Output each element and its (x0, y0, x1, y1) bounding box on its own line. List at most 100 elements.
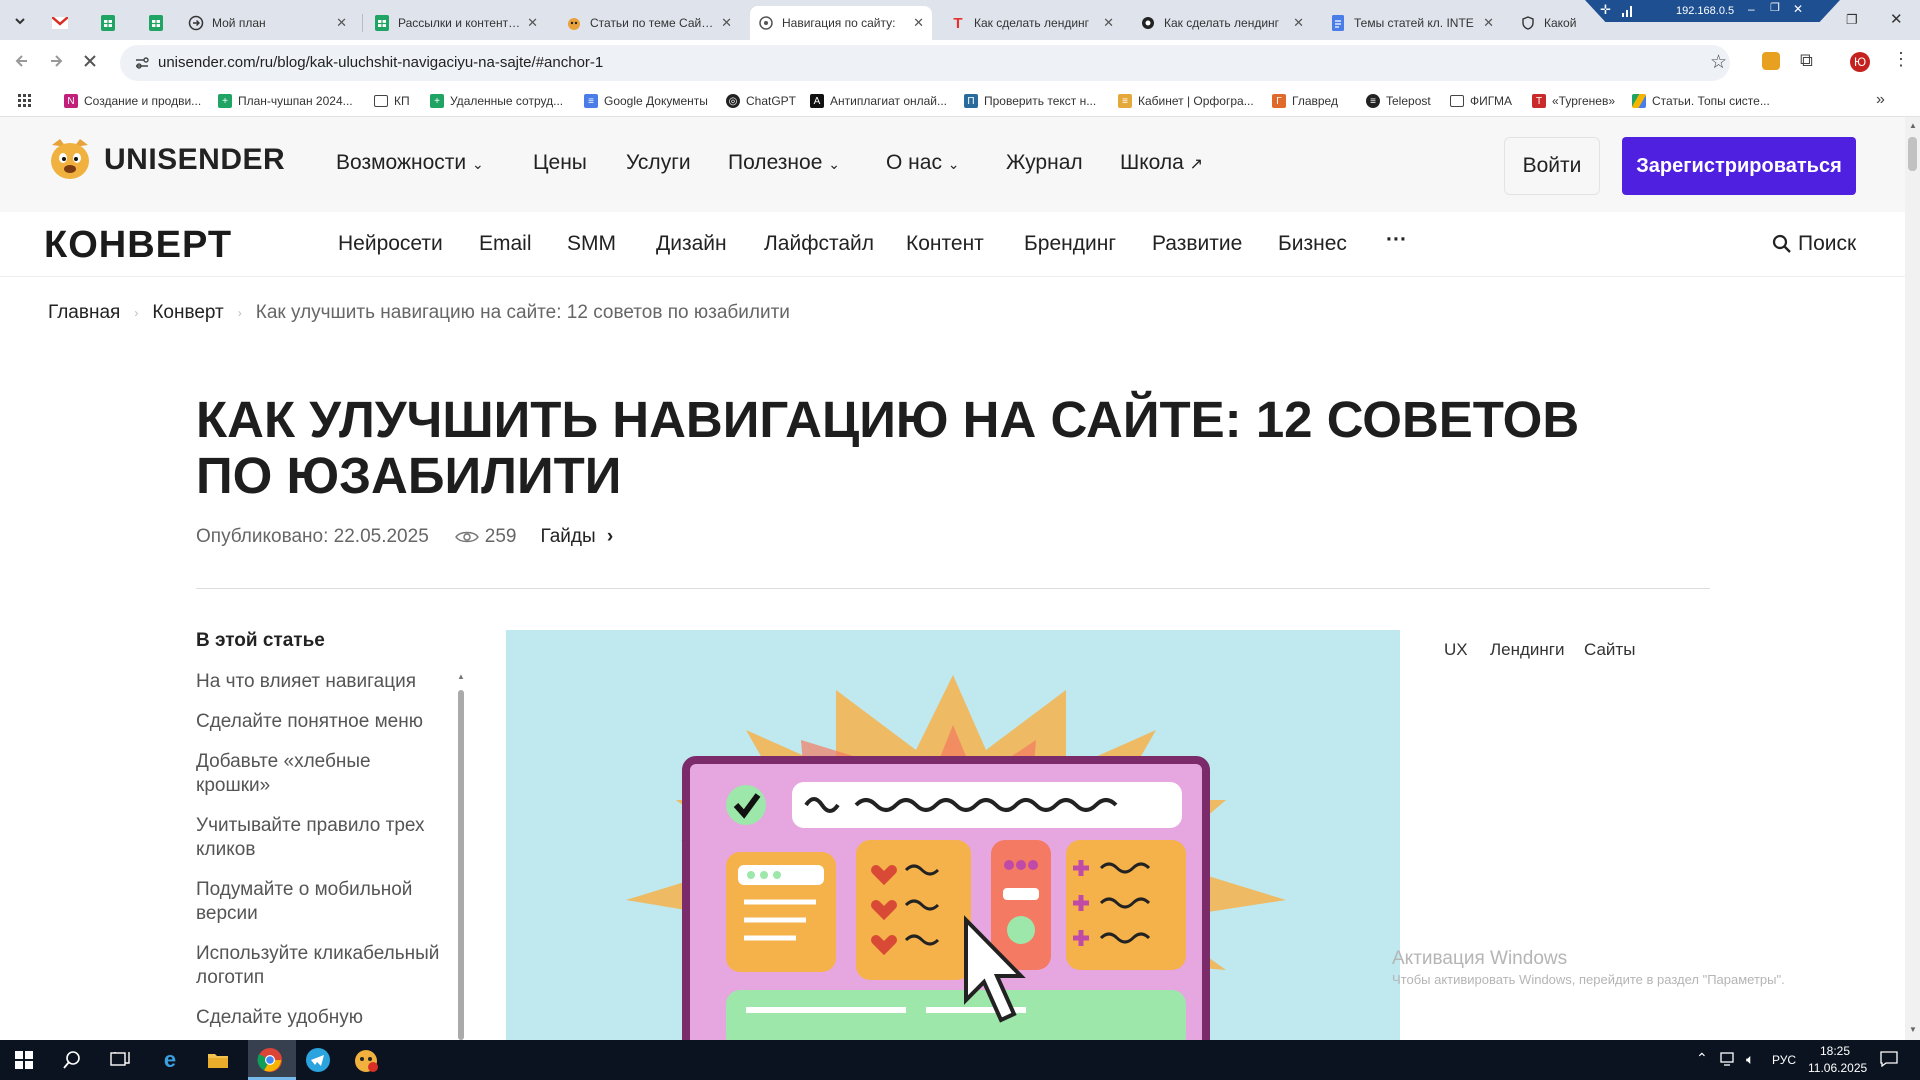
more-menu-icon[interactable]: ··· (1386, 228, 1407, 252)
close-icon[interactable]: ✕ (721, 15, 732, 31)
page-scrollbar[interactable]: ▲ ▼ (1905, 117, 1920, 1040)
scroll-thumb[interactable] (458, 690, 464, 1040)
subnav-smm[interactable]: SMM (567, 232, 616, 256)
bookmark-item[interactable]: N Создание и продви... (64, 92, 201, 110)
tag-ux[interactable]: UX (1444, 640, 1468, 660)
bookmark-item[interactable]: ≡ Telepost (1366, 92, 1431, 110)
subnav-content[interactable]: Контент (906, 232, 984, 256)
nav-school[interactable]: Школа ↗ (1120, 151, 1203, 175)
nav-features[interactable]: Возможности ⌄ (336, 151, 484, 175)
bookmarks-overflow-icon[interactable]: » (1876, 91, 1885, 109)
subnav-lifestyle[interactable]: Лайфстайл (764, 232, 874, 256)
chevron-up-icon[interactable]: ⌃ (1696, 1050, 1708, 1067)
site-logo[interactable]: UNISENDER (46, 137, 285, 183)
windows-start-icon[interactable] (10, 1046, 38, 1074)
close-icon[interactable]: ✕ (336, 15, 347, 31)
toc-item[interactable]: Сделайте удобную (196, 1006, 456, 1030)
search-icon[interactable] (58, 1046, 86, 1074)
bookmark-folder[interactable]: КП (374, 92, 410, 110)
toc-item[interactable]: Подумайте о мобильной версии (196, 878, 436, 926)
bookmark-item[interactable]: П Проверить текст н... (964, 92, 1096, 110)
tab-search-button[interactable] (8, 10, 32, 32)
tab-my-plan[interactable]: Мой план ✕ (180, 6, 355, 40)
menu-kebab-icon[interactable]: ⋮ (1892, 49, 1910, 70)
bookmark-star-icon[interactable]: ☆ (1710, 51, 1727, 74)
toc-item[interactable]: Учитывайте правило трех кликов (196, 814, 446, 862)
signup-button[interactable]: Зарегистрироваться (1622, 137, 1856, 195)
bookmark-folder[interactable]: ФИГМА (1450, 92, 1512, 110)
close-icon[interactable]: ✕ (1103, 15, 1114, 31)
tab-landing-1[interactable]: T Как сделать лендинг ✕ (942, 6, 1122, 40)
forward-icon[interactable] (46, 51, 66, 76)
close-icon[interactable]: ✕ (1293, 15, 1304, 31)
bookmark-item[interactable]: A Антиплагиат онлай... (810, 92, 947, 110)
subnav-development[interactable]: Развитие (1152, 232, 1242, 256)
nav-journal[interactable]: Журнал (1006, 151, 1083, 175)
tag-landings[interactable]: Лендинги (1490, 640, 1565, 660)
close-icon[interactable]: ✕ (1483, 15, 1494, 31)
clock-date[interactable]: 11.06.2025 (1808, 1061, 1867, 1075)
clock-time[interactable]: 18:25 (1820, 1044, 1850, 1058)
extension-icon[interactable] (1762, 52, 1780, 70)
toc-item[interactable]: Используйте кликабельный логотип (196, 942, 456, 990)
file-explorer-icon[interactable] (204, 1046, 232, 1074)
breadcrumb-konvert[interactable]: Конверт (152, 302, 223, 324)
edge-icon[interactable]: e (156, 1046, 184, 1074)
subnav-design[interactable]: Дизайн (656, 232, 727, 256)
back-icon[interactable] (12, 51, 32, 76)
search-button[interactable]: Поиск (1772, 232, 1856, 256)
tab-gmail[interactable] (44, 6, 76, 40)
toc-item[interactable]: Сделайте понятное меню (196, 710, 456, 734)
bookmark-item[interactable]: ≡ Google Документы (584, 92, 708, 110)
window-close-button[interactable]: ✕ (1890, 10, 1903, 28)
close-icon[interactable]: ✕ (527, 15, 538, 31)
toc-item[interactable]: На что влияет навигация (196, 670, 456, 694)
tab-topics[interactable]: Темы статей кл. INTE ✕ (1322, 6, 1502, 40)
subnav-neural[interactable]: Нейросети (338, 232, 443, 256)
tab-navigation-active[interactable]: Навигация по сайту: ✕ (750, 6, 932, 40)
toc-item[interactable]: Добавьте «хлебные крошки» (196, 750, 406, 798)
subnav-email[interactable]: Email (479, 232, 532, 256)
konvert-logo[interactable]: КОНВЕРТ (44, 224, 232, 267)
telegram-icon[interactable] (304, 1046, 332, 1074)
close-icon[interactable]: ✕ (913, 15, 924, 31)
tab-landing-2[interactable]: Как сделать лендинг ✕ (1132, 6, 1312, 40)
window-restore-button[interactable]: ❐ (1846, 12, 1858, 28)
network-icon[interactable] (1720, 1052, 1738, 1071)
tab-sheets-2[interactable] (140, 6, 172, 40)
pin-icon[interactable]: ✛ (1600, 2, 1611, 18)
tab-which[interactable]: Какой (1512, 6, 1592, 40)
toc-scrollbar[interactable]: ▲ (456, 672, 466, 1040)
tab-mailings[interactable]: Рассылки и контент-... ✕ (366, 6, 546, 40)
close-icon[interactable]: ✕ (1793, 2, 1803, 16)
bookmark-item[interactable]: + План-чушпан 2024... (218, 92, 353, 110)
bookmark-item[interactable]: ◎ ChatGPT (726, 92, 796, 110)
task-view-icon[interactable] (106, 1046, 134, 1074)
notifications-icon[interactable] (1880, 1051, 1898, 1072)
unisender-app-icon[interactable] (352, 1046, 380, 1074)
bookmark-item[interactable]: T «Тургенев» (1532, 92, 1615, 110)
scroll-down-icon[interactable]: ▼ (1909, 1025, 1917, 1034)
puzzle-icon[interactable]: ⧉ (1800, 50, 1813, 71)
restore-icon[interactable]: ❐ (1770, 1, 1780, 14)
input-language[interactable]: РУС (1772, 1053, 1796, 1067)
scroll-up-icon[interactable]: ▲ (1909, 121, 1917, 130)
login-button[interactable]: Войти (1504, 137, 1600, 195)
chrome-icon[interactable] (256, 1046, 284, 1074)
bookmark-item[interactable]: Г Главред (1272, 92, 1338, 110)
nav-useful[interactable]: Полезное ⌄ (728, 151, 840, 175)
minimize-icon[interactable]: – (1748, 2, 1755, 16)
site-settings-icon[interactable] (134, 55, 150, 76)
tag-sites[interactable]: Сайты (1584, 640, 1635, 660)
breadcrumb-home[interactable]: Главная (48, 302, 120, 324)
stop-loading-icon[interactable] (80, 51, 100, 76)
subnav-branding[interactable]: Брендинг (1024, 232, 1116, 256)
nav-about[interactable]: О нас ⌄ (886, 151, 960, 175)
profile-avatar[interactable]: Ю (1850, 52, 1870, 72)
subnav-business[interactable]: Бизнес (1278, 232, 1347, 256)
category-link[interactable]: Гайды › (540, 526, 613, 548)
url-text[interactable]: unisender.com/ru/blog/kak-uluchshit-navi… (158, 54, 603, 71)
volume-icon[interactable]: 🔈︎ (1746, 1051, 1754, 1068)
bookmark-item[interactable]: + Удаленные сотруд... (430, 92, 563, 110)
apps-grid-icon[interactable] (18, 94, 32, 113)
